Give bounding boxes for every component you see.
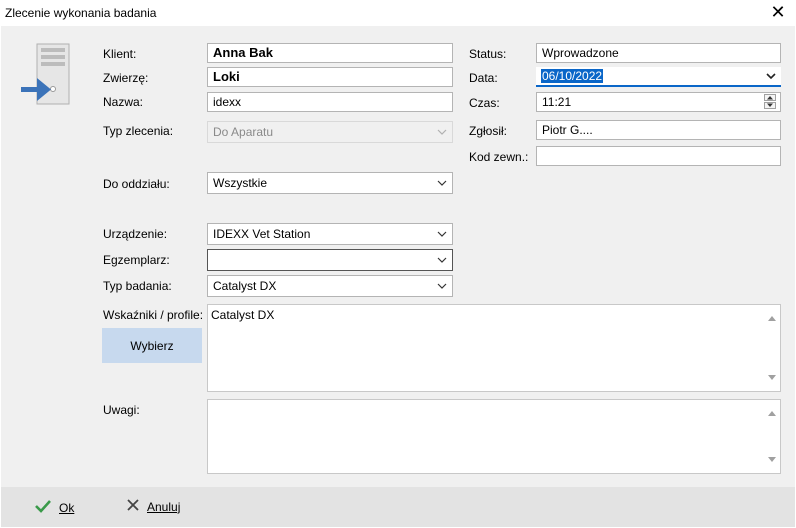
czas-spinner[interactable]: 11:21: [536, 92, 781, 112]
close-button[interactable]: ✕: [768, 2, 788, 22]
anuluj-button[interactable]: Anuluj: [127, 499, 180, 514]
x-icon: [127, 499, 139, 514]
chevron-down-icon: [436, 228, 448, 242]
scroll-down-icon: [767, 371, 777, 385]
dialog-body: Klient: Zwierzę: Nazwa: Typ zlecenia: Do…: [1, 26, 795, 487]
egzemplarz-select[interactable]: [207, 249, 453, 271]
klient-field[interactable]: Anna Bak: [207, 43, 453, 63]
egzemplarz-label: Egzemplarz:: [103, 253, 170, 267]
chevron-down-icon: [436, 254, 448, 268]
wybierz-button[interactable]: Wybierz: [102, 328, 202, 363]
status-label: Status:: [469, 47, 507, 61]
data-picker[interactable]: 06/10/2022: [536, 67, 781, 87]
spin-down-icon[interactable]: [764, 102, 776, 109]
zglosil-field[interactable]: Piotr G....: [536, 120, 781, 140]
ok-button[interactable]: Ok: [35, 499, 74, 516]
status-field[interactable]: Wprowadzone: [536, 43, 781, 63]
wskazniki-scrollbar[interactable]: [764, 305, 780, 391]
typ-zlecenia-label: Typ zlecenia:: [103, 124, 174, 138]
czas-label: Czas:: [469, 96, 500, 110]
typ-zlecenia-select: Do Aparatu: [207, 121, 453, 143]
chevron-down-icon: [436, 280, 448, 294]
uwagi-scrollbar[interactable]: [764, 400, 780, 473]
data-label: Data:: [469, 71, 498, 85]
nazwa-label: Nazwa:: [103, 95, 144, 109]
zwierze-field[interactable]: Loki: [207, 67, 453, 87]
scroll-up-icon: [767, 406, 777, 420]
scroll-up-icon: [767, 311, 777, 325]
klient-label: Klient:: [103, 47, 137, 61]
chevron-down-icon: [765, 70, 777, 84]
scroll-down-icon: [767, 453, 777, 467]
spin-up-icon[interactable]: [764, 94, 776, 101]
typ-badania-select[interactable]: Catalyst DX: [207, 275, 453, 297]
wskazniki-textarea[interactable]: Catalyst DX: [207, 304, 781, 392]
window-title: Zlecenie wykonania badania: [5, 6, 157, 20]
urzadzenie-label: Urządzenie:: [103, 227, 168, 241]
typ-badania-label: Typ badania:: [103, 279, 172, 293]
nazwa-input[interactable]: idexx: [207, 92, 453, 112]
urzadzenie-select[interactable]: IDEXX Vet Station: [207, 223, 453, 245]
do-oddzialu-select[interactable]: Wszystkie: [207, 172, 453, 194]
uwagi-label: Uwagi:: [103, 403, 140, 417]
chevron-down-icon: [436, 126, 448, 140]
kod-zewn-label: Kod zewn.:: [469, 150, 529, 164]
zglosil-label: Zgłosił:: [469, 124, 508, 138]
uwagi-textarea[interactable]: [207, 399, 781, 474]
title-bar: Zlecenie wykonania badania ✕: [0, 0, 796, 26]
zwierze-label: Zwierzę:: [103, 71, 149, 85]
dialog-footer: Ok Anuluj: [1, 487, 795, 527]
wskazniki-label: Wskaźniki / profile:: [103, 308, 204, 322]
server-import-icon: [19, 42, 73, 112]
close-icon: ✕: [770, 2, 786, 22]
do-oddzialu-label: Do oddziału:: [103, 177, 170, 191]
kod-zewn-input[interactable]: [536, 146, 781, 166]
checkmark-icon: [35, 499, 51, 516]
chevron-down-icon: [436, 177, 448, 191]
